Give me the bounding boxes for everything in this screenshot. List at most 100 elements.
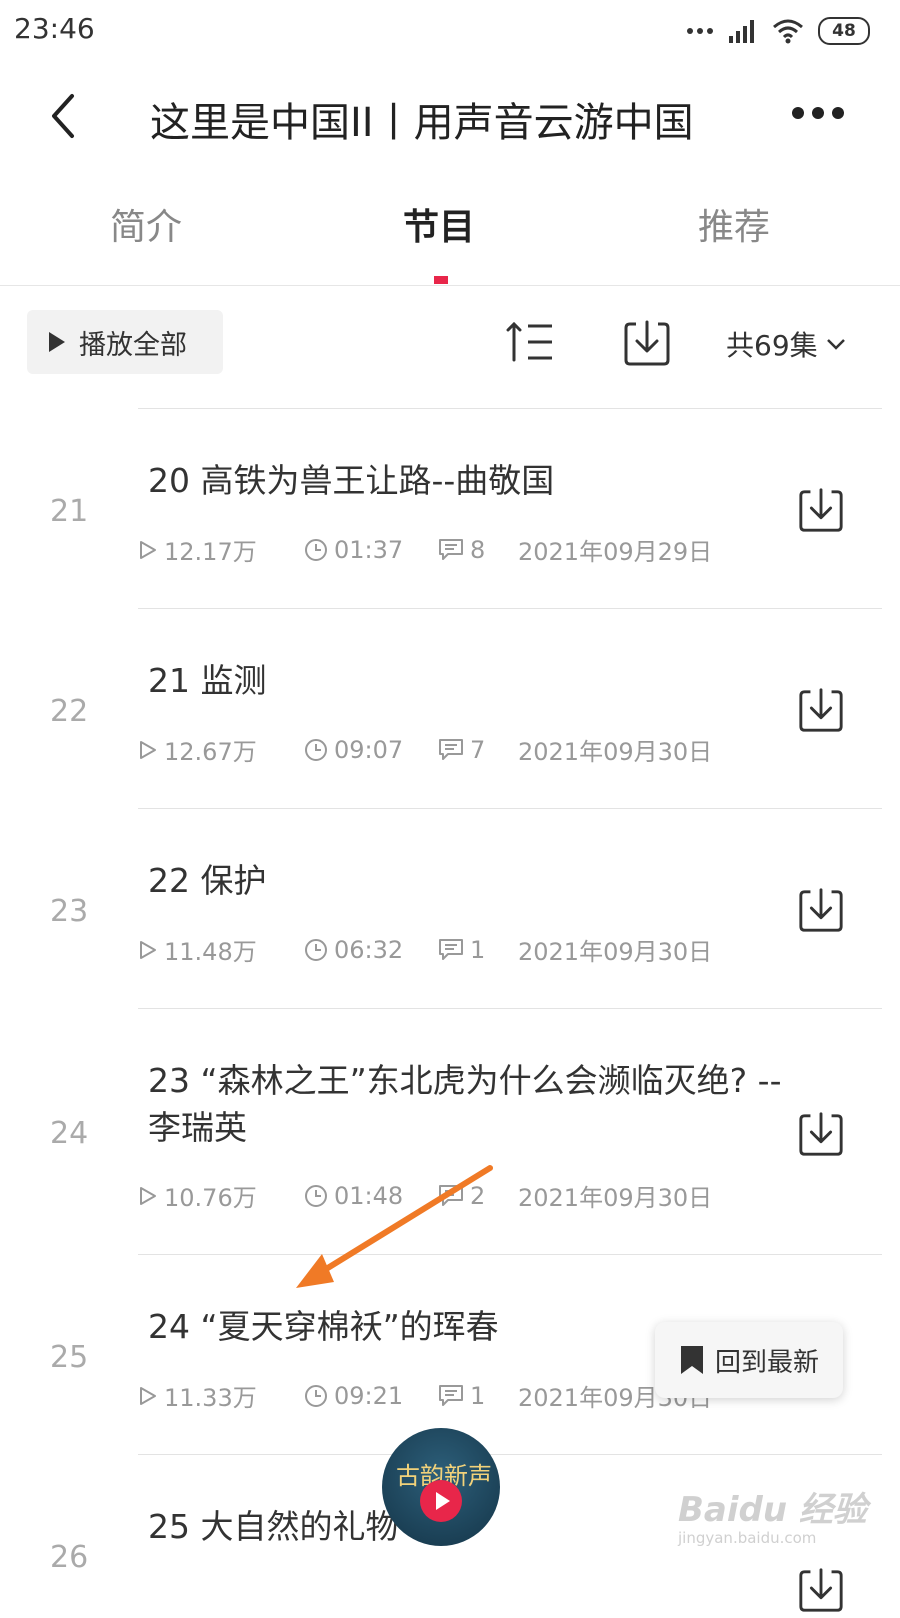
episode-meta: 11.33万 09:21 1 2021年09月30日 — [138, 1378, 712, 1413]
play-count-icon — [140, 940, 156, 959]
status-icons: 48 — [686, 14, 870, 48]
duration: 01:37 — [334, 535, 404, 564]
episode-meta: 10.76万 01:48 2 2021年09月30日 — [138, 1178, 712, 1213]
play-count-icon — [140, 740, 156, 759]
download-icon — [624, 320, 670, 366]
divider — [138, 1454, 882, 1455]
episode-count-selector[interactable]: 共69集 — [726, 324, 846, 364]
play-count-icon — [140, 540, 156, 559]
tab-recommend[interactable]: 推荐 — [698, 198, 770, 250]
play-count: 11.33万 — [164, 1384, 257, 1412]
divider — [138, 808, 882, 809]
download-icon — [799, 688, 843, 732]
divider — [138, 1008, 882, 1009]
comment-count: 2 — [470, 1181, 486, 1210]
clock-icon — [305, 938, 327, 961]
episode-title[interactable]: 21 监测 — [148, 657, 788, 704]
episode-index: 21 — [50, 494, 89, 529]
publish-date: 2021年09月29日 — [518, 538, 713, 566]
download-button[interactable] — [797, 1110, 845, 1158]
download-button[interactable] — [797, 486, 845, 534]
top-app-bar: 这里是中国II丨用声音云游中国 — [0, 62, 900, 172]
back-to-latest-button[interactable]: 回到最新 — [655, 1322, 843, 1398]
episode-toolbar: 播放全部 共69集 — [0, 308, 900, 378]
battery-indicator: 48 — [818, 17, 870, 45]
episode-title[interactable]: 23 “森林之王”东北虎为什么会濒临灭绝? --李瑞英 — [148, 1057, 788, 1151]
play-all-label: 播放全部 — [79, 329, 187, 361]
episode-index: 26 — [50, 1540, 89, 1575]
active-tab-indicator — [434, 276, 448, 284]
play-count: 11.48万 — [164, 938, 257, 966]
download-button[interactable] — [797, 886, 845, 934]
tab-bar: 简介 节目 推荐 — [0, 180, 900, 286]
list-item[interactable]: 22 21 监测 12.67万 09:07 7 2021年09月30日 — [0, 608, 900, 808]
watermark-brand: Baidu 经验 — [678, 1490, 867, 1530]
tab-episodes[interactable]: 节目 — [403, 198, 475, 250]
play-count-icon — [140, 1186, 156, 1205]
episode-count-label: 共69集 — [726, 329, 818, 362]
episode-index: 23 — [50, 894, 89, 929]
list-item[interactable]: 21 20 高铁为兽王让路--曲敬国 12.17万 01:37 8 2021年0… — [0, 408, 900, 608]
download-icon — [799, 1112, 843, 1156]
episode-index: 24 — [50, 1116, 89, 1151]
comment-count: 1 — [470, 935, 486, 964]
signal-dots-icon — [687, 28, 713, 34]
comment-icon — [439, 1184, 463, 1206]
clock-icon — [305, 1184, 327, 1207]
play-count-icon — [140, 1386, 156, 1405]
bookmark-icon — [681, 1346, 703, 1374]
duration: 09:07 — [334, 735, 404, 764]
cellular-signal-icon — [729, 20, 754, 43]
episode-meta: 11.48万 06:32 1 2021年09月30日 — [138, 932, 712, 967]
play-count: 12.67万 — [164, 738, 257, 766]
divider — [138, 608, 882, 609]
more-button[interactable] — [786, 98, 850, 128]
download-button[interactable] — [797, 686, 845, 734]
comment-icon — [439, 938, 463, 960]
comment-icon — [439, 538, 463, 560]
back-to-latest-label: 回到最新 — [715, 1347, 820, 1378]
list-item[interactable]: 23 22 保护 11.48万 06:32 1 2021年09月30日 — [0, 808, 900, 1008]
status-time: 23:46 — [14, 12, 95, 45]
tab-intro[interactable]: 简介 — [110, 198, 182, 250]
download-all-button[interactable] — [622, 318, 672, 368]
more-dots-icon — [792, 107, 804, 119]
episode-index: 22 — [50, 694, 89, 729]
publish-date: 2021年09月30日 — [518, 738, 713, 766]
duration: 06:32 — [334, 935, 404, 964]
back-button[interactable] — [38, 84, 98, 144]
baidu-watermark: Baidu 经验 jingyan.baidu.com — [678, 1482, 878, 1552]
duration: 09:21 — [334, 1381, 404, 1410]
watermark-url: jingyan.baidu.com — [678, 1529, 817, 1547]
episode-meta: 12.67万 09:07 7 2021年09月30日 — [138, 732, 712, 767]
comment-count: 8 — [470, 535, 486, 564]
comment-icon — [439, 738, 463, 760]
comment-count: 1 — [470, 1381, 486, 1410]
sort-order-icon — [506, 321, 552, 362]
chevron-left-icon — [52, 94, 74, 138]
episode-title[interactable]: 20 高铁为兽王让路--曲敬国 — [148, 457, 788, 504]
episode-meta: 12.17万 01:37 8 2021年09月29日 — [138, 532, 712, 567]
episode-title[interactable]: 22 保护 — [148, 857, 788, 904]
download-icon — [799, 488, 843, 532]
clock-icon — [305, 538, 327, 561]
play-count: 12.17万 — [164, 538, 257, 566]
download-icon — [799, 1568, 843, 1612]
episode-index: 25 — [50, 1340, 89, 1375]
play-icon — [420, 1480, 462, 1522]
comment-icon — [439, 1384, 463, 1406]
sort-button[interactable] — [506, 320, 554, 364]
download-icon — [799, 888, 843, 932]
play-icon — [49, 332, 65, 352]
download-button[interactable] — [797, 1566, 845, 1614]
status-bar: 23:46 48 — [0, 0, 900, 62]
comment-count: 7 — [470, 735, 486, 764]
chevron-down-icon — [826, 339, 845, 350]
list-item[interactable]: 24 23 “森林之王”东北虎为什么会濒临灭绝? --李瑞英 10.76万 01… — [0, 1008, 900, 1254]
publish-date: 2021年09月30日 — [518, 1184, 713, 1212]
mini-player-disc[interactable]: 古韵新声 — [382, 1428, 500, 1546]
divider — [138, 1254, 882, 1255]
play-all-button[interactable]: 播放全部 — [27, 310, 223, 374]
clock-icon — [305, 738, 327, 761]
publish-date: 2021年09月30日 — [518, 938, 713, 966]
